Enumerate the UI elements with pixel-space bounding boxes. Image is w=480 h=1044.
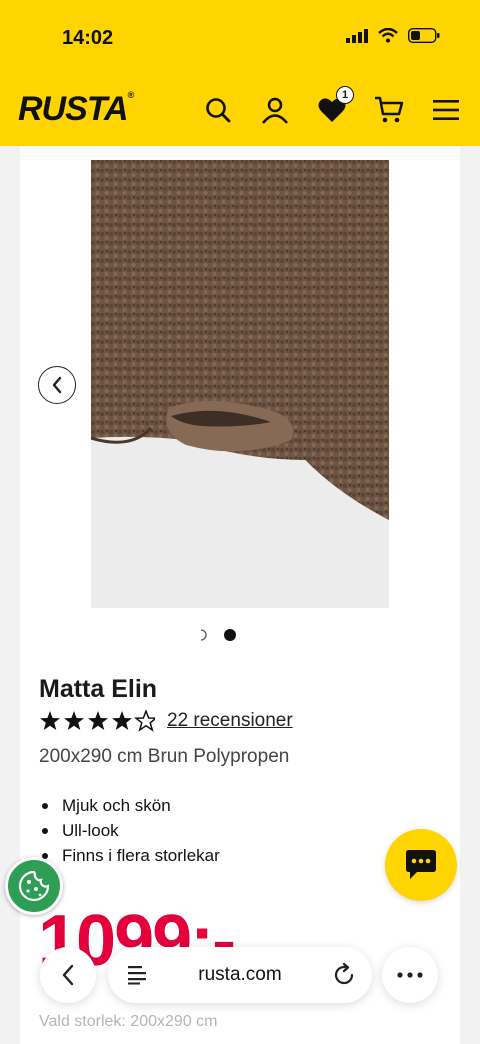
product-image[interactable] bbox=[91, 160, 389, 608]
product-title: Matta Elin bbox=[39, 675, 158, 703]
carousel-dots bbox=[200, 629, 236, 641]
cookie-icon bbox=[18, 870, 50, 902]
search-button[interactable] bbox=[200, 92, 236, 128]
reviews-link[interactable]: 22 recensioner bbox=[167, 710, 293, 732]
user-icon bbox=[262, 97, 288, 124]
site-header: 14:02 RUSTA® 1 bbox=[0, 0, 480, 146]
browser-more-button[interactable] bbox=[382, 947, 438, 1003]
browser-toolbar: rusta.com bbox=[0, 940, 480, 1010]
browser-back-button[interactable] bbox=[40, 947, 96, 1003]
favorites-button[interactable]: 1 bbox=[314, 86, 354, 128]
feature-list: Mjuk och skön Ull-look Finns i flera sto… bbox=[39, 793, 220, 868]
feature-item: Mjuk och skön bbox=[39, 793, 220, 818]
chevron-left-icon bbox=[62, 964, 74, 986]
chat-button[interactable] bbox=[385, 829, 457, 901]
carousel-dot-2-active bbox=[224, 629, 236, 641]
chat-icon bbox=[406, 850, 436, 879]
carousel-prev-button[interactable] bbox=[38, 366, 76, 404]
rusta-logo[interactable]: RUSTA® bbox=[18, 90, 135, 129]
more-horizontal-icon bbox=[397, 972, 423, 978]
search-icon bbox=[206, 98, 231, 123]
address-bar[interactable]: rusta.com bbox=[108, 947, 372, 1003]
account-button[interactable] bbox=[257, 92, 293, 128]
wifi-icon bbox=[378, 28, 398, 43]
product-rating: 22 recensioner bbox=[39, 710, 293, 732]
status-icons bbox=[346, 28, 440, 43]
feature-item: Ull-look bbox=[39, 818, 220, 843]
carousel-dot-1 bbox=[200, 629, 207, 641]
cookie-settings-button[interactable] bbox=[5, 857, 63, 915]
header-nav: 1 bbox=[200, 86, 470, 128]
status-time: 14:02 bbox=[62, 27, 114, 49]
signal-icon bbox=[346, 28, 368, 43]
logo-registered-mark: ® bbox=[127, 90, 135, 100]
reload-icon[interactable] bbox=[332, 963, 356, 987]
chevron-left-icon bbox=[52, 376, 62, 394]
logo-text: RUSTA bbox=[18, 90, 129, 128]
selected-size: Vald storlek: 200x290 cm bbox=[39, 1013, 218, 1030]
cart-icon bbox=[375, 96, 404, 123]
battery-icon bbox=[408, 28, 440, 43]
star-rating-icon bbox=[40, 710, 155, 731]
product-subtitle: 200x290 cm Brun Polypropen bbox=[39, 746, 290, 767]
cart-button[interactable] bbox=[371, 92, 407, 128]
menu-button[interactable] bbox=[428, 92, 464, 128]
feature-item: Finns i flera storlekar bbox=[39, 843, 220, 868]
menu-icon bbox=[433, 100, 459, 120]
favorites-count-badge: 1 bbox=[336, 86, 354, 104]
